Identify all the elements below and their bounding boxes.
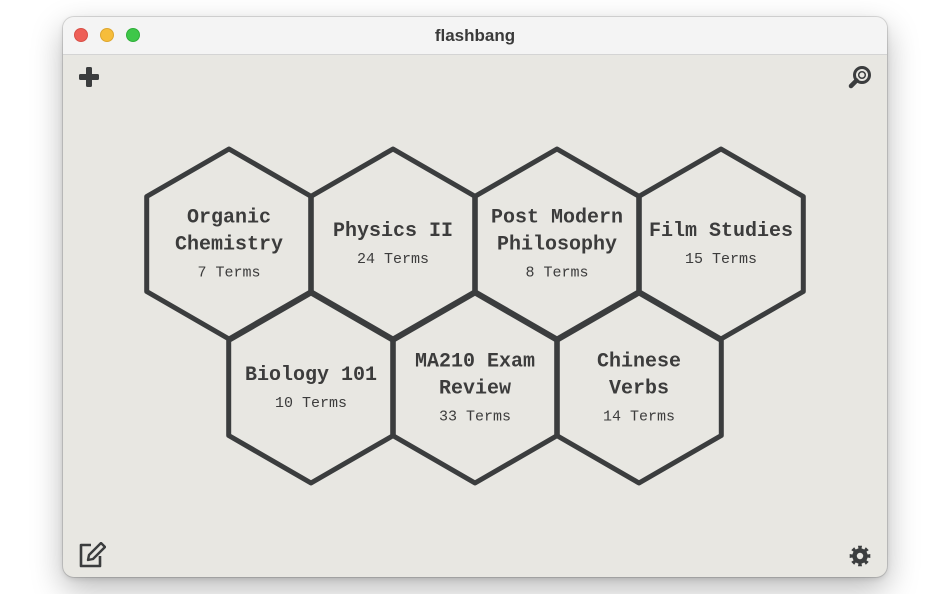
deck-hexagon[interactable] <box>472 146 642 342</box>
deck-hexagon[interactable] <box>390 290 560 486</box>
deck-grid <box>144 146 806 486</box>
deck-hexagon[interactable] <box>144 146 314 342</box>
deck-hexagon[interactable] <box>308 146 478 342</box>
app-window: flashbang Organic Chemistry 7 Terms Physic… <box>63 17 887 577</box>
deck-hexagon[interactable] <box>226 290 396 486</box>
deck-hexagon[interactable] <box>554 290 724 486</box>
deck-hexagon[interactable] <box>636 146 806 342</box>
